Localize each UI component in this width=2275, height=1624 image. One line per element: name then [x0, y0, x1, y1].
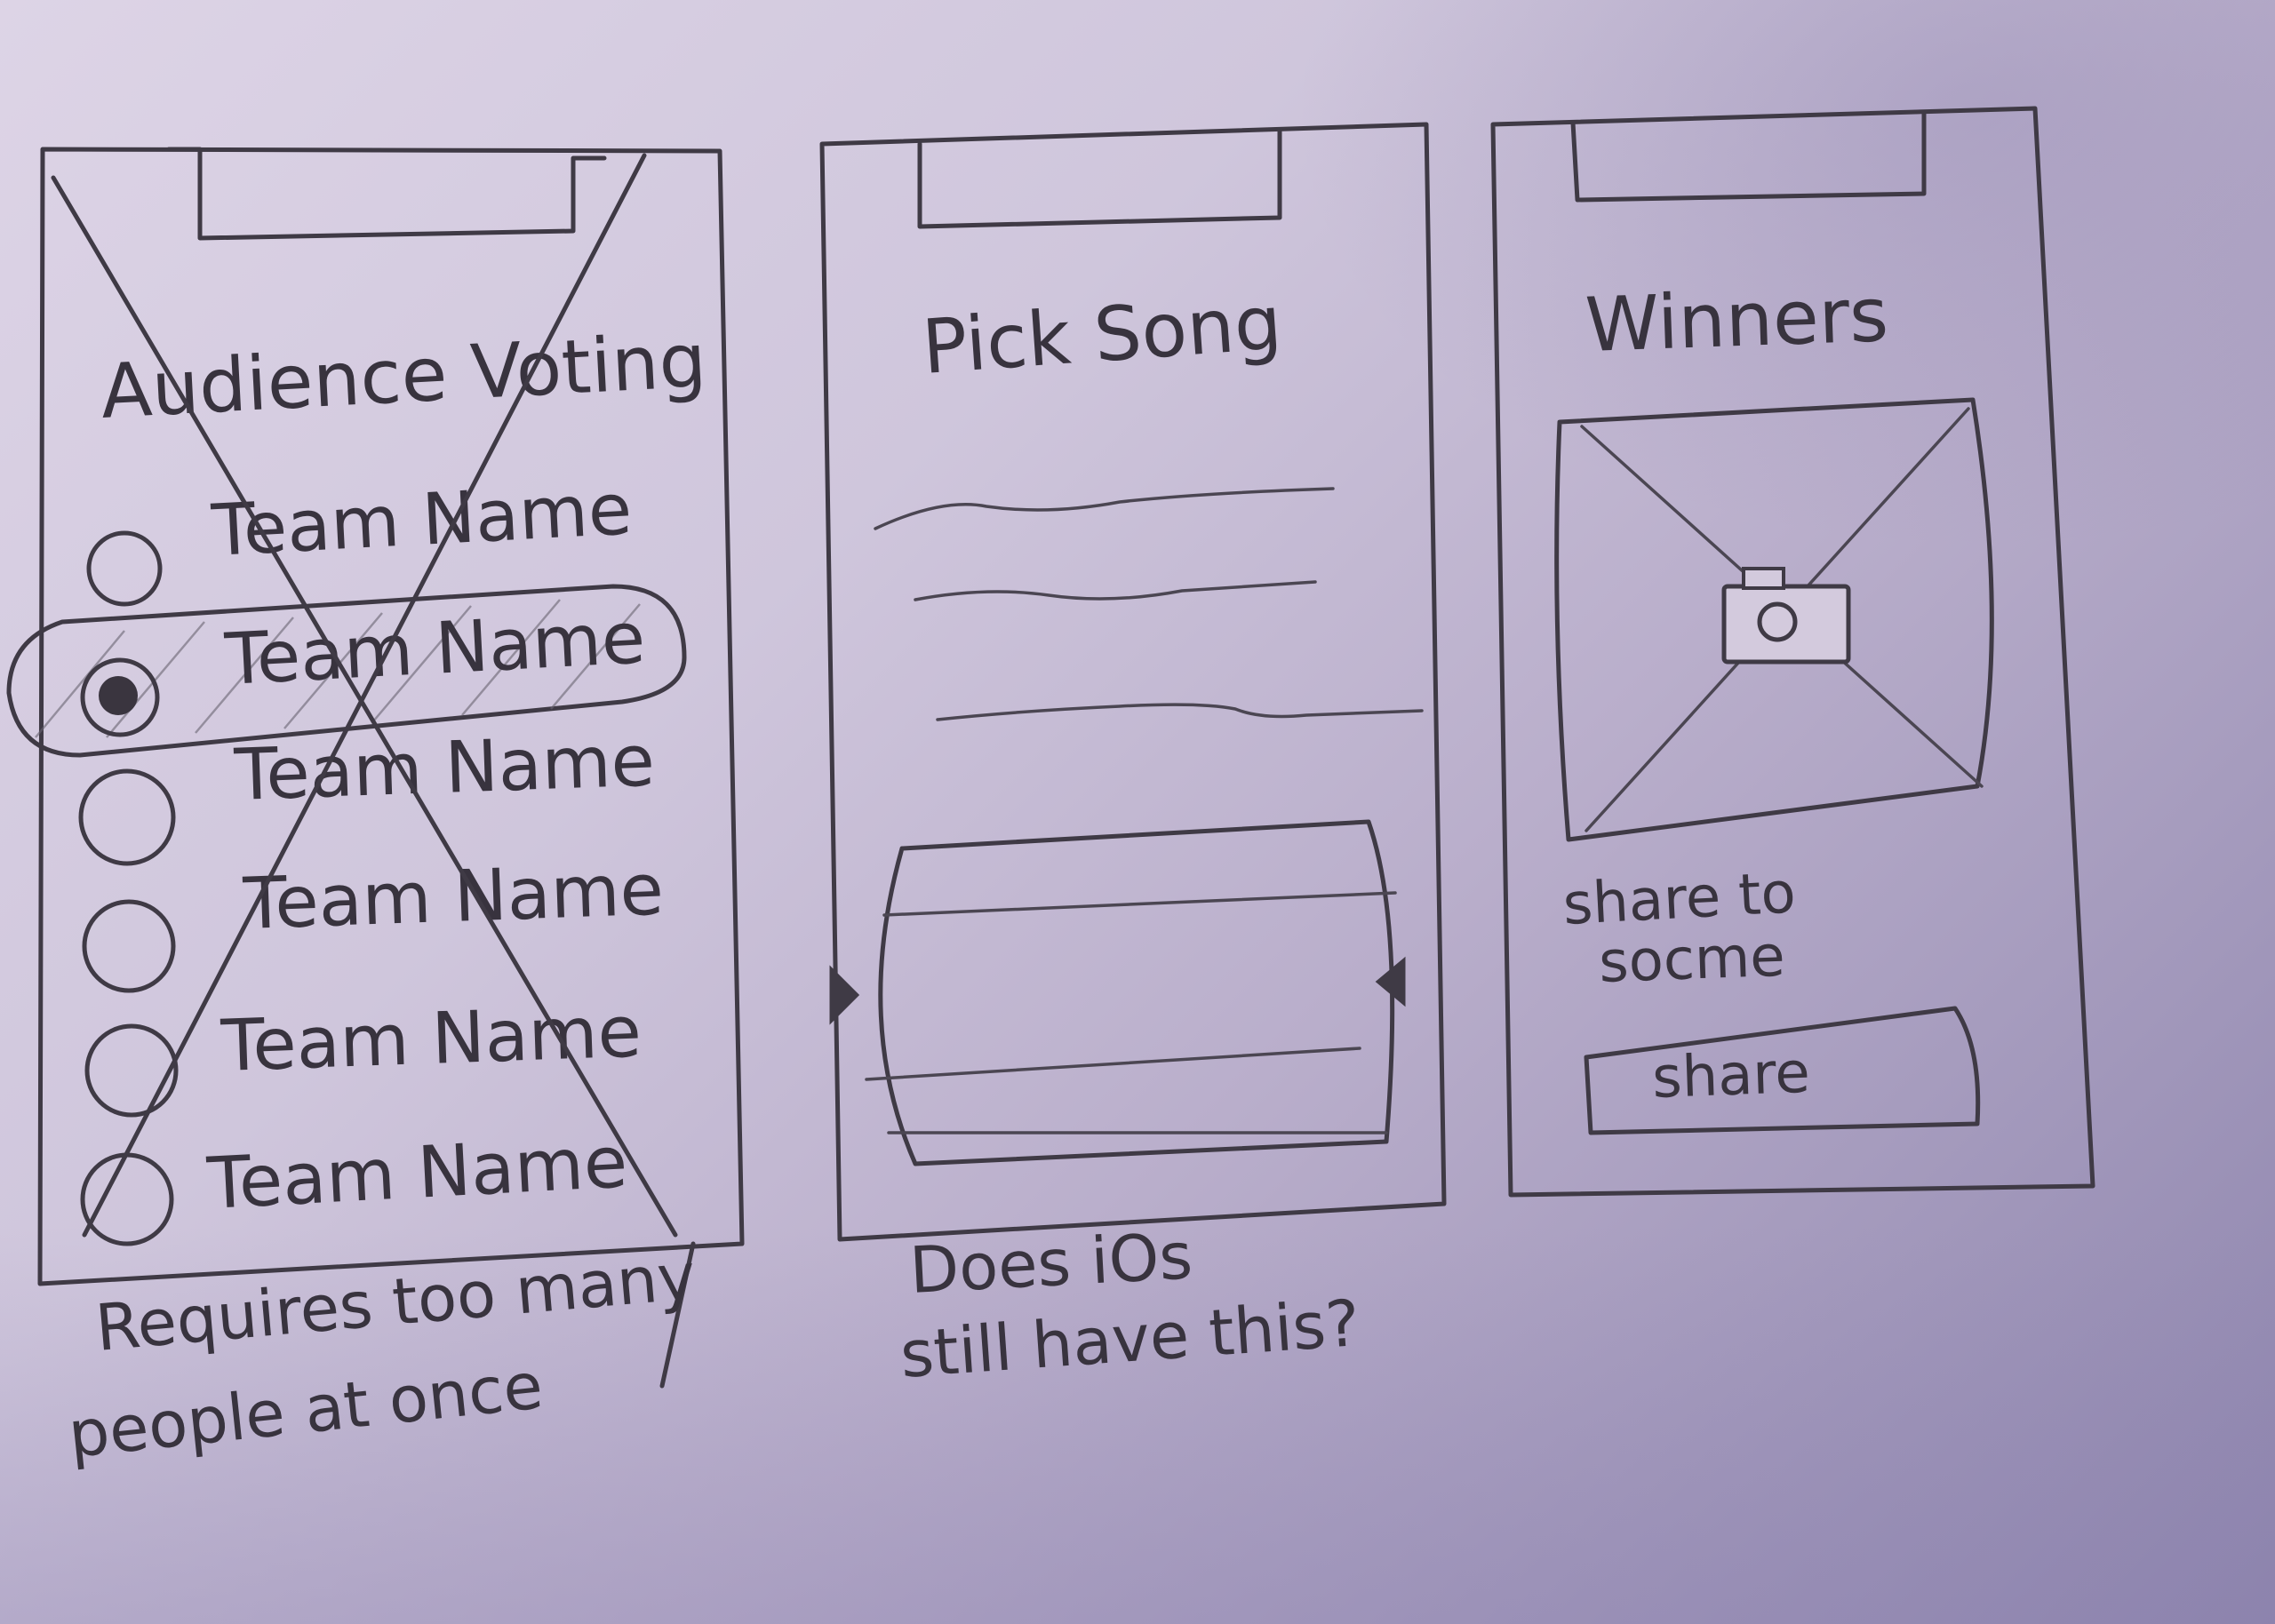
share-button[interactable]: share — [1584, 1006, 1981, 1135]
option-label: Team Name — [222, 596, 647, 701]
screen-title: Pick Song — [920, 279, 1285, 391]
song-picker-wheel[interactable] — [829, 819, 1406, 1166]
camera-icon — [1721, 567, 1851, 665]
picker-arrow-left-icon — [829, 965, 860, 1025]
phone-notch-2 — [917, 129, 1282, 229]
radio-option[interactable]: Team Name — [78, 720, 656, 866]
winner-photo-placeholder — [1554, 397, 1994, 842]
screen-winners: Winners share to socme share — [1490, 106, 2095, 1198]
picker-row-divider — [882, 891, 1397, 917]
screen-pick-song: Pick Song Does iOs still have this? — [819, 122, 1447, 1392]
option-label: Team Name — [209, 467, 634, 572]
annotation-note: Requires too many — [92, 1238, 698, 1365]
radio-option[interactable]: Team Name — [86, 467, 634, 607]
share-caption: socme — [1598, 924, 1786, 996]
radio-dot — [99, 676, 138, 715]
screen-audience-voting: Audience Voting Team Name Team Name Team… — [6, 147, 745, 1472]
radio-circle[interactable] — [86, 530, 163, 607]
picker-frame — [878, 819, 1395, 1166]
option-label: Team Name — [241, 848, 665, 945]
song-list-line — [936, 703, 1424, 721]
radio-circle[interactable] — [80, 1152, 174, 1246]
radio-option[interactable]: Team Name — [82, 848, 665, 993]
option-label: Team Name — [204, 1120, 629, 1225]
phone-notch-1 — [166, 147, 607, 241]
annotation-note: people at once — [65, 1348, 547, 1472]
annotation-note: Does iOs — [907, 1218, 1193, 1308]
radio-circle[interactable] — [84, 1023, 179, 1118]
phone-notch-3 — [1570, 111, 1927, 203]
screen-title: Winners — [1584, 271, 1889, 369]
option-label: Team Name — [232, 720, 656, 816]
sketch-canvas: Audience Voting Team Name Team Name Team… — [6, 106, 2095, 1472]
radio-option[interactable]: Team Name — [84, 991, 643, 1118]
radio-circle[interactable] — [82, 899, 176, 993]
picker-row-divider — [865, 1047, 1361, 1081]
radio-circle[interactable] — [78, 768, 176, 866]
song-list-line — [914, 580, 1317, 601]
share-button-label[interactable]: share — [1651, 1040, 1811, 1111]
radio-option[interactable]: Team Name — [80, 1120, 629, 1246]
song-list-line — [874, 487, 1335, 530]
screen-title: Audience Voting — [99, 316, 708, 435]
